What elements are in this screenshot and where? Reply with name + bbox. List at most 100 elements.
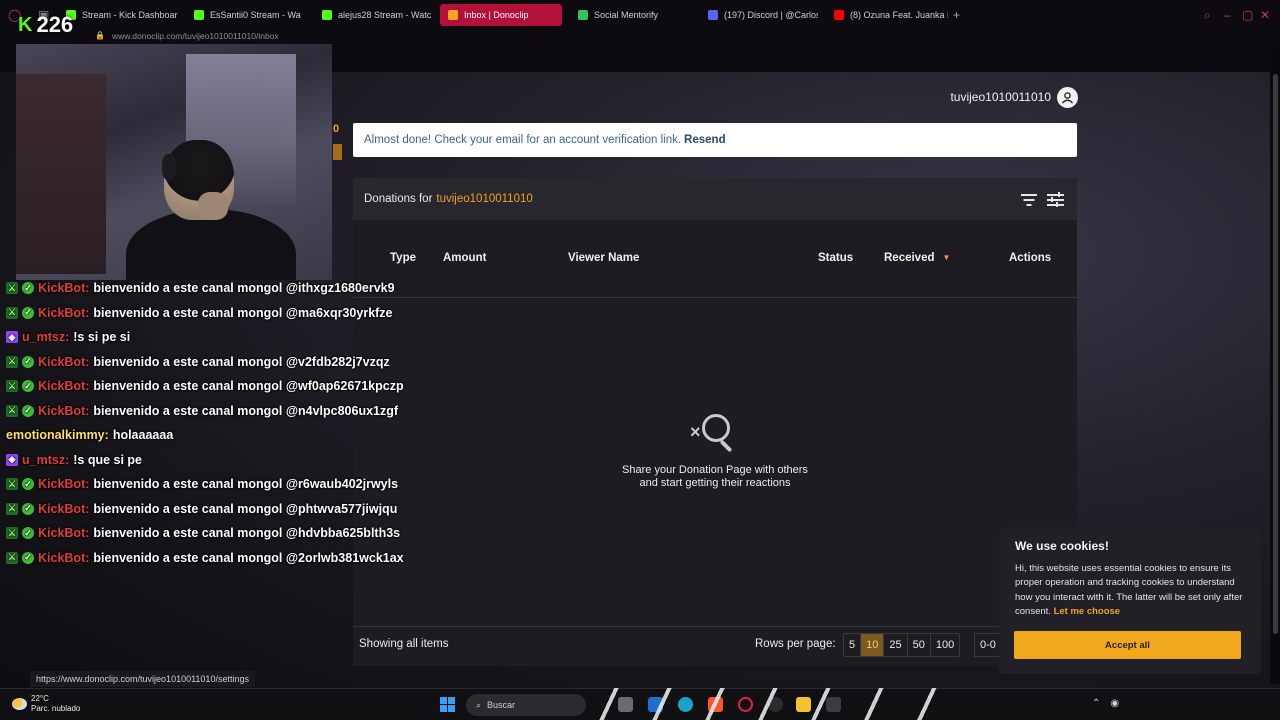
tab-favicon-icon xyxy=(194,10,204,20)
moderator-badge-icon: ⚔ xyxy=(6,502,18,515)
browser-tab[interactable]: Stream - Kick Dashboard xyxy=(58,4,178,26)
column-received-label: Received xyxy=(884,252,935,264)
twitch-badge-icon: ◈ xyxy=(6,453,18,466)
browser-tab[interactable]: (197) Discord | @CarlosD4 xyxy=(700,4,818,26)
rows-option[interactable]: 10 xyxy=(861,634,885,656)
chat-text: bienvenido a este canal mongol @n4vlpc80… xyxy=(93,403,399,418)
tray-chevron-icon[interactable]: ⌃ xyxy=(1092,698,1100,709)
verified-badge-icon: ✓ xyxy=(22,355,34,368)
chat-username[interactable]: KickBot: xyxy=(38,281,89,295)
browser-tab[interactable]: EsSantii0 Stream - Watch L xyxy=(186,4,301,26)
rows-option[interactable]: 50 xyxy=(908,634,931,656)
tab-favicon-icon xyxy=(578,10,588,20)
verification-alert: Almost done! Check your email for an acc… xyxy=(353,123,1077,157)
rows-option[interactable]: 25 xyxy=(884,634,908,656)
maximize-icon[interactable]: ▢ xyxy=(1242,8,1253,22)
system-tray: ⌃ ◉ xyxy=(1092,698,1119,709)
moderator-badge-icon: ⚔ xyxy=(6,355,18,368)
chat-message: ◈ u_mtsz: !s que si pe xyxy=(6,448,436,473)
user-avatar-icon[interactable] xyxy=(1057,86,1078,108)
empty-state-text: Share your Donation Page with others and… xyxy=(622,464,808,489)
chat-message: ⚔ ✓ KickBot: bienvenido a este canal mongol… xyxy=(6,301,436,326)
tab-label: Social Mentorify xyxy=(594,10,659,20)
chat-text: holaaaaaa xyxy=(112,428,174,443)
webcam-person-hand xyxy=(198,192,228,220)
chat-username[interactable]: KickBot: xyxy=(38,379,89,393)
browser-tab[interactable]: Social Mentorify xyxy=(570,4,682,26)
minimize-icon[interactable]: – xyxy=(1224,8,1231,22)
chat-username[interactable]: KickBot: xyxy=(38,502,89,516)
temperature: 22°C xyxy=(31,694,49,703)
weather-widget[interactable]: 22°C Parc. nublado xyxy=(12,694,80,714)
close-icon[interactable]: ✕ xyxy=(1260,8,1270,22)
chat-text: bienvenido a este canal mongol @ma6xqr30… xyxy=(93,305,393,320)
empty-state: × Share your Donation Page with others a… xyxy=(615,412,815,489)
alert-message: Almost done! Check your email for an acc… xyxy=(364,134,682,146)
browser-tab[interactable]: alejus28 Stream - Watc xyxy=(314,4,432,26)
chat-message: ⚔ ✓ KickBot: bienvenido a este canal mongol… xyxy=(6,374,436,399)
chat-username[interactable]: KickBot: xyxy=(38,404,89,418)
browser-tab[interactable]: Inbox | Donoclip xyxy=(440,4,562,26)
verified-badge-icon: ✓ xyxy=(22,502,34,515)
column-received[interactable]: Received ▼ xyxy=(884,252,950,264)
browser-tab[interactable]: (8) Ozuna Feat. Juanka El P xyxy=(826,4,948,26)
windows-start-icon[interactable] xyxy=(440,697,455,712)
chat-username[interactable]: KickBot: xyxy=(38,355,89,369)
network-icon[interactable]: ◉ xyxy=(1110,698,1119,709)
chat-message: emotionalkimmy: holaaaaaa xyxy=(6,423,436,448)
new-tab-button[interactable]: + xyxy=(953,8,960,22)
tab-label: Stream - Kick Dashboard xyxy=(82,10,178,20)
scrollbar-thumb[interactable] xyxy=(1273,74,1278,634)
chat-username[interactable]: KickBot: xyxy=(38,526,89,540)
donations-owner[interactable]: tuvijeo1010011010 xyxy=(436,193,532,205)
filter-icon[interactable] xyxy=(1020,191,1037,207)
moderator-badge-icon: ⚔ xyxy=(6,527,18,540)
browser-search-icon[interactable]: ⌕ xyxy=(1204,8,1211,23)
chat-username[interactable]: u_mtsz: xyxy=(22,453,69,467)
chat-text: bienvenido a este canal mongol @v2fdb282… xyxy=(93,354,390,369)
tab-label: (8) Ozuna Feat. Juanka El P xyxy=(850,10,948,20)
webcam-overlay xyxy=(16,44,332,280)
taskbar-search[interactable]: ⌕ Buscar xyxy=(466,694,586,716)
sort-desc-icon[interactable]: ▼ xyxy=(943,253,951,262)
moderator-badge-icon: ⚔ xyxy=(6,282,18,295)
tab-label: EsSantii0 Stream - Watch L xyxy=(210,10,301,20)
chat-text: bienvenido a este canal mongol @hdvbba62… xyxy=(93,526,401,541)
tab-favicon-icon xyxy=(448,10,458,20)
accept-all-button[interactable]: Accept all xyxy=(1014,631,1241,659)
resend-link[interactable]: Resend xyxy=(684,134,726,146)
scrollbar[interactable] xyxy=(1270,44,1280,684)
showing-items-text: Showing all items xyxy=(359,638,449,650)
chat-username[interactable]: KickBot: xyxy=(38,306,89,320)
chat-username[interactable]: emotionalkimmy: xyxy=(6,428,109,442)
moderator-badge-icon: ⚔ xyxy=(6,306,18,319)
verified-badge-icon: ✓ xyxy=(22,478,34,491)
account-menu[interactable]: tuvijeo1010011010 xyxy=(940,86,1078,108)
column-status[interactable]: Status xyxy=(818,252,853,264)
search-icon: ⌕ xyxy=(476,699,482,710)
verified-badge-icon: ✓ xyxy=(22,282,34,295)
side-digit: 0 xyxy=(333,123,340,135)
chat-username[interactable]: KickBot: xyxy=(38,551,89,565)
footer-divider xyxy=(353,626,1077,627)
twitch-badge-icon: ◈ xyxy=(6,331,18,344)
chat-text: bienvenido a este canal mongol @ithxgz16… xyxy=(93,281,395,296)
cookie-dialog: We use cookies! Hi, this website uses es… xyxy=(999,527,1261,674)
verified-badge-icon: ✓ xyxy=(22,404,34,417)
column-amount[interactable]: Amount xyxy=(443,252,486,264)
chat-username[interactable]: u_mtsz: xyxy=(22,330,69,344)
let-me-choose-link[interactable]: Let me choose xyxy=(1054,606,1121,617)
address-bar[interactable]: 🔒 www.donoclip.com/tuvijeo1010011010/inb… xyxy=(0,30,1280,44)
rows-option[interactable]: 5 xyxy=(844,634,862,656)
column-type[interactable]: Type xyxy=(390,252,416,264)
chat-message: ⚔ ✓ KickBot: bienvenido a este canal mongol… xyxy=(6,546,436,571)
columns-settings-icon[interactable] xyxy=(1047,191,1064,207)
column-viewer-name[interactable]: Viewer Name xyxy=(568,252,639,264)
viewer-count-value: 226 xyxy=(36,12,74,37)
chat-overlay: ⚔ ✓ KickBot: bienvenido a este canal mongol… xyxy=(6,276,436,570)
chat-username[interactable]: KickBot: xyxy=(38,477,89,491)
chat-text: !s que si pe xyxy=(73,452,143,467)
rows-option[interactable]: 100 xyxy=(931,634,959,656)
chat-message: ⚔ ✓ KickBot: bienvenido a este canal mongol… xyxy=(6,350,436,375)
rows-per-page-label: Rows per page: xyxy=(755,638,836,650)
